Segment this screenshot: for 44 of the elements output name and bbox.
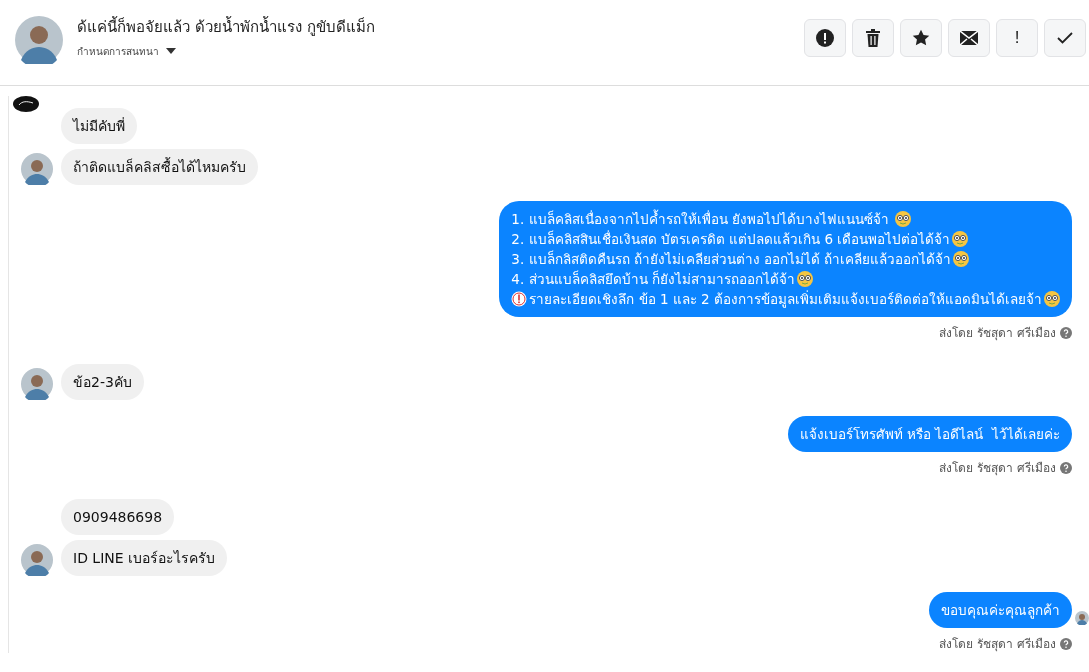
mark-button[interactable]: ! <box>996 18 1038 57</box>
person-avatar-icon <box>15 15 63 64</box>
person-avatar-icon <box>1075 611 1089 625</box>
sender-label: ส่งโดย รัชสุดา ศรีเมือง <box>939 636 1056 653</box>
message-text: 3. แบล็กลิสติดคืนรถ ถ้ายังไม่เคลียส่วนต่าง ออกไม่ได้ ถ้าเคลียแล้วออกได้จ้า <box>511 249 952 269</box>
person-avatar-icon <box>21 544 53 576</box>
alert-button[interactable] <box>804 18 846 57</box>
done-button[interactable] <box>1044 18 1086 57</box>
help-icon[interactable] <box>1060 637 1072 650</box>
conversation-menu[interactable]: กำหนดการสนทนา <box>77 43 177 59</box>
trash-icon <box>866 28 880 47</box>
message-text: ขอบคุณค่ะคุณลูกค้า <box>941 601 1060 620</box>
message-text: ถ้าติดแบล็คลิสซื้อได้ไหมครับ <box>73 157 246 177</box>
star-button[interactable] <box>900 18 942 57</box>
message-text: 2. แบล็คลิสสินเชื่อเงินสด บัตรเครดิต แต่ปลดแล้วเกิน 6 เดือนพอไปต่อได้จ้า <box>511 229 951 249</box>
message-text: ข้อ2-3คับ <box>73 373 132 392</box>
mail-button[interactable] <box>948 18 990 57</box>
glasses-face-icon <box>895 211 912 227</box>
delete-button[interactable] <box>852 18 894 57</box>
person-avatar-icon <box>21 153 53 185</box>
alert-icon <box>816 28 834 47</box>
checkmark-icon <box>1057 31 1073 44</box>
glasses-face-icon <box>952 231 969 247</box>
sender-label: ส่งโดย รัชสุดา ศรีเมือง <box>939 460 1056 477</box>
help-icon[interactable] <box>1060 326 1072 339</box>
sender-label: ส่งโดย รัชสุดา ศรีเมือง <box>939 325 1056 342</box>
glasses-face-icon <box>796 271 813 287</box>
glasses-face-icon <box>953 251 970 267</box>
message-text: 1. แบล็คลิสเนื่องจากไปค้ำรถให้เพื่อน ยังพอไปได้บางไฟแนนซ์จ้า <box>511 209 890 229</box>
help-icon[interactable] <box>1060 461 1072 474</box>
message-text: ID LINE เบอร์อะไรครับ <box>73 549 216 568</box>
message-text: ไม่มีคับพี่ <box>73 116 125 136</box>
message-text: แจ้งเบอร์โทรศัพท์ หรือ ไอดีไลน์ ไว้ได้เลยค่ะ <box>799 425 1060 444</box>
person-avatar-icon <box>21 368 53 400</box>
alert-icon <box>511 291 528 307</box>
message-text: 0909486698 <box>73 508 163 527</box>
conversation-title: ด้แค่นี้ก็พอจัยแล้ว ด้วยน้ำพักน้ำแรง กูขับดีแม็ก <box>77 15 376 38</box>
star-icon <box>912 28 930 47</box>
caret-icon <box>165 47 177 55</box>
logo-icon <box>13 96 39 112</box>
glasses-face-icon <box>1044 291 1060 307</box>
envelope-icon <box>960 30 978 45</box>
message-text: 4. ส่วนแบล็คลิสยึดบ้าน ก็ยังไม่สามารถออกได้จ้า <box>511 269 795 289</box>
message-text: รายละเอียดเชิงลึก ข้อ 1 และ 2 ต้องการข้อมูลเพิ่มเติมแจ้งเบอร์ติดต่อให้แอดมินได้เลยจ้า <box>529 289 1042 309</box>
